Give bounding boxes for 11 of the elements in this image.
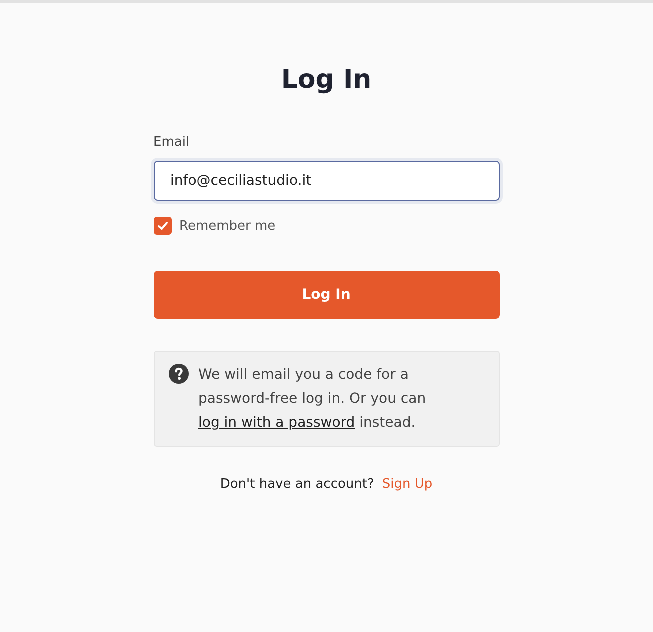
help-icon [168,364,188,384]
login-button[interactable]: Log In [154,271,500,319]
field-label: Email [154,135,190,150]
check-icon [156,220,168,232]
checkbox[interactable] [154,217,172,235]
info-text: We will email you a code for a password-free log in. Or you can log in with a password instead. [198,366,428,433]
signup-prompt: Don't have an account? [220,477,374,492]
email-field[interactable]: info@ceciliastudio.it [154,161,500,201]
page-title: Log In [280,65,373,95]
checkbox-label: Remember me [180,218,276,234]
password-login-link[interactable]: log in with a password [198,415,356,431]
